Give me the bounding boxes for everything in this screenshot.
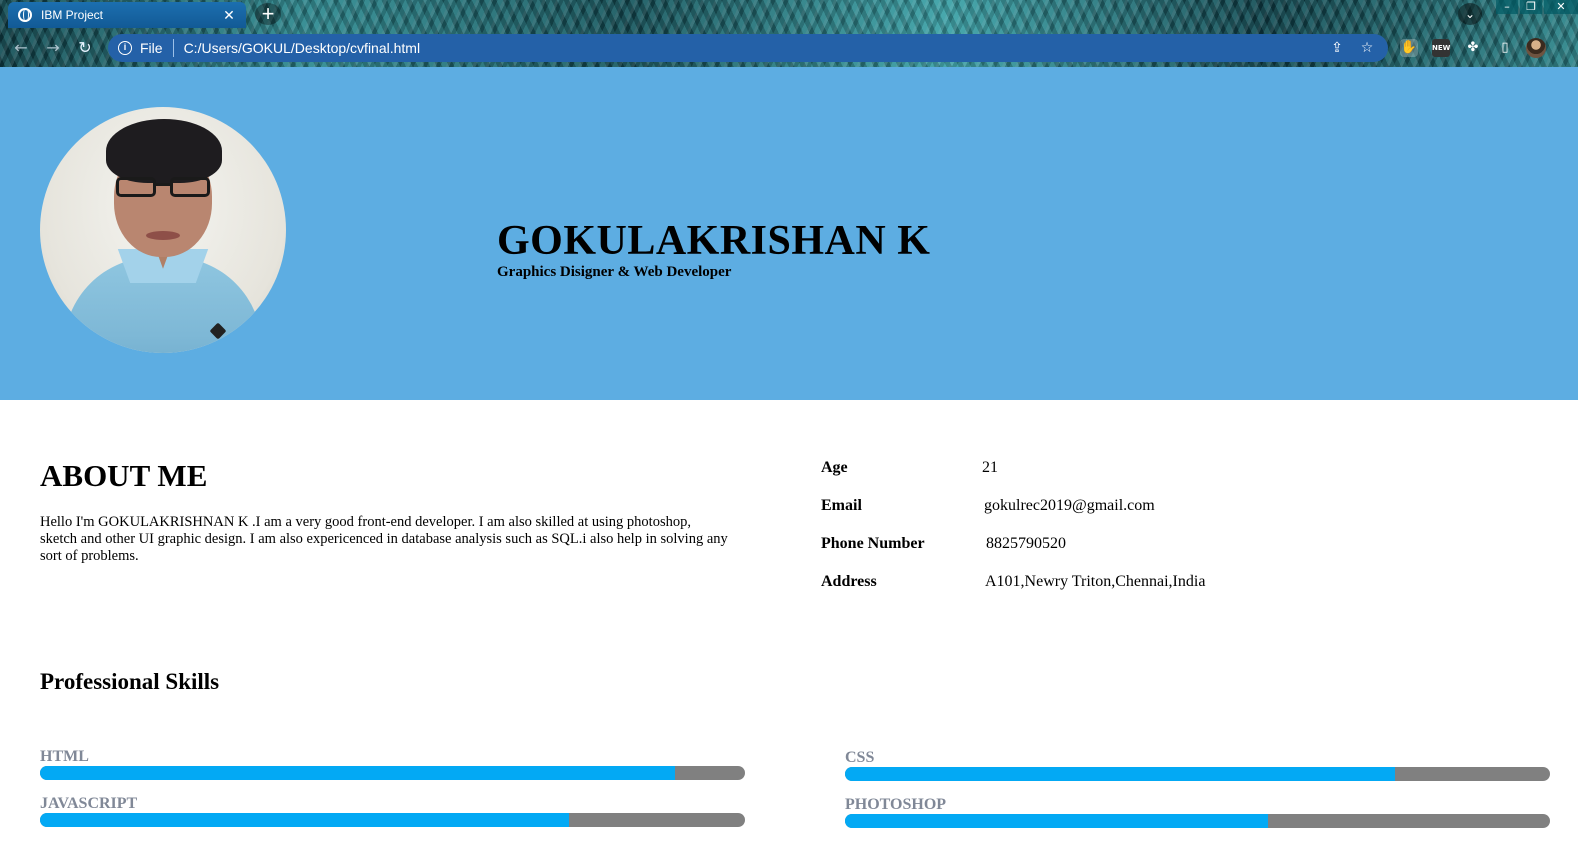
skill-css: CSS bbox=[845, 749, 1550, 781]
address-bar[interactable]: i File C:/Users/GOKUL/Desktop/cvfinal.ht… bbox=[108, 34, 1388, 62]
toolbar: ← → ↻ i File C:/Users/GOKUL/Desktop/cvfi… bbox=[0, 31, 1578, 65]
info-value: 21 bbox=[982, 459, 998, 476]
reload-icon[interactable]: ↻ bbox=[74, 37, 96, 59]
new-badge-extension-icon[interactable]: NEW bbox=[1432, 39, 1450, 57]
skill-photoshop: PHOTOSHOP bbox=[845, 796, 1550, 828]
tab-ibm-project[interactable]: IBM Project ✕ bbox=[8, 2, 246, 28]
skill-name: PHOTOSHOP bbox=[845, 796, 947, 813]
close-window-button[interactable]: ✕ bbox=[1544, 0, 1578, 14]
tab-title: IBM Project bbox=[41, 8, 104, 22]
person-name: GOKULAKRISHAN K bbox=[497, 218, 931, 264]
skill-name: CSS bbox=[845, 749, 875, 766]
skill-bar-track bbox=[845, 767, 1550, 781]
info-label: Age bbox=[821, 459, 848, 476]
tab-strip: IBM Project ✕ + ⌄ – ❐ ✕ bbox=[0, 0, 1578, 30]
about-title: ABOUT ME bbox=[40, 458, 208, 493]
info-value: gokulrec2019@gmail.com bbox=[984, 497, 1155, 514]
tab-search-icon[interactable]: ⌄ bbox=[1458, 3, 1482, 25]
skill-html: HTML bbox=[40, 748, 745, 780]
info-value: 8825790520 bbox=[986, 535, 1066, 552]
info-label: Phone Number bbox=[821, 535, 925, 552]
skill-bar-track bbox=[40, 766, 745, 780]
globe-icon bbox=[18, 8, 32, 22]
new-tab-button[interactable]: + bbox=[255, 3, 281, 25]
skill-bar-fill bbox=[40, 766, 675, 780]
url-scheme: File bbox=[140, 40, 163, 56]
skill-bar-fill bbox=[40, 813, 569, 827]
info-icon[interactable]: i bbox=[118, 41, 132, 55]
extension-icon[interactable]: ✋ bbox=[1400, 39, 1418, 57]
profile-avatar[interactable] bbox=[1526, 38, 1546, 58]
url-text[interactable]: C:/Users/GOKUL/Desktop/cvfinal.html bbox=[184, 40, 1328, 56]
skill-javascript: JAVASCRIPT bbox=[40, 795, 745, 827]
info-value: A101,Newry Triton,Chennai,India bbox=[985, 573, 1206, 590]
share-icon[interactable]: ⇪ bbox=[1328, 39, 1346, 57]
minimize-button[interactable]: – bbox=[1496, 0, 1518, 14]
person-role: Graphics Disigner & Web Developer bbox=[497, 264, 732, 280]
glasses bbox=[116, 177, 210, 199]
sidepanel-icon[interactable]: ▯ bbox=[1496, 39, 1514, 57]
extensions-icon[interactable]: ✤ bbox=[1464, 39, 1482, 57]
skills-title: Professional Skills bbox=[40, 669, 220, 694]
star-icon[interactable]: ☆ bbox=[1358, 39, 1376, 57]
back-icon[interactable]: ← bbox=[10, 37, 32, 59]
skill-bar-track bbox=[40, 813, 745, 827]
tab-close-icon[interactable]: ✕ bbox=[222, 7, 236, 24]
url-separator bbox=[172, 39, 174, 57]
profile-photo bbox=[40, 107, 286, 353]
skill-name: HTML bbox=[40, 748, 89, 765]
forward-icon[interactable]: → bbox=[42, 37, 64, 59]
hero-banner: GOKULAKRISHAN K Graphics Disigner & Web … bbox=[0, 67, 1578, 400]
skill-name: JAVASCRIPT bbox=[40, 795, 138, 812]
browser-chrome: IBM Project ✕ + ⌄ – ❐ ✕ ← → ↻ i File C:/… bbox=[0, 0, 1578, 67]
about-text: Hello I'm GOKULAKRISHNAN K .I am a very … bbox=[40, 514, 728, 564]
info-label: Address bbox=[821, 573, 877, 590]
skill-bar-track bbox=[845, 814, 1550, 828]
info-label: Email bbox=[821, 497, 862, 514]
restore-button[interactable]: ❐ bbox=[1520, 0, 1542, 14]
skill-bar-fill bbox=[845, 767, 1395, 781]
skill-bar-fill bbox=[845, 814, 1268, 828]
